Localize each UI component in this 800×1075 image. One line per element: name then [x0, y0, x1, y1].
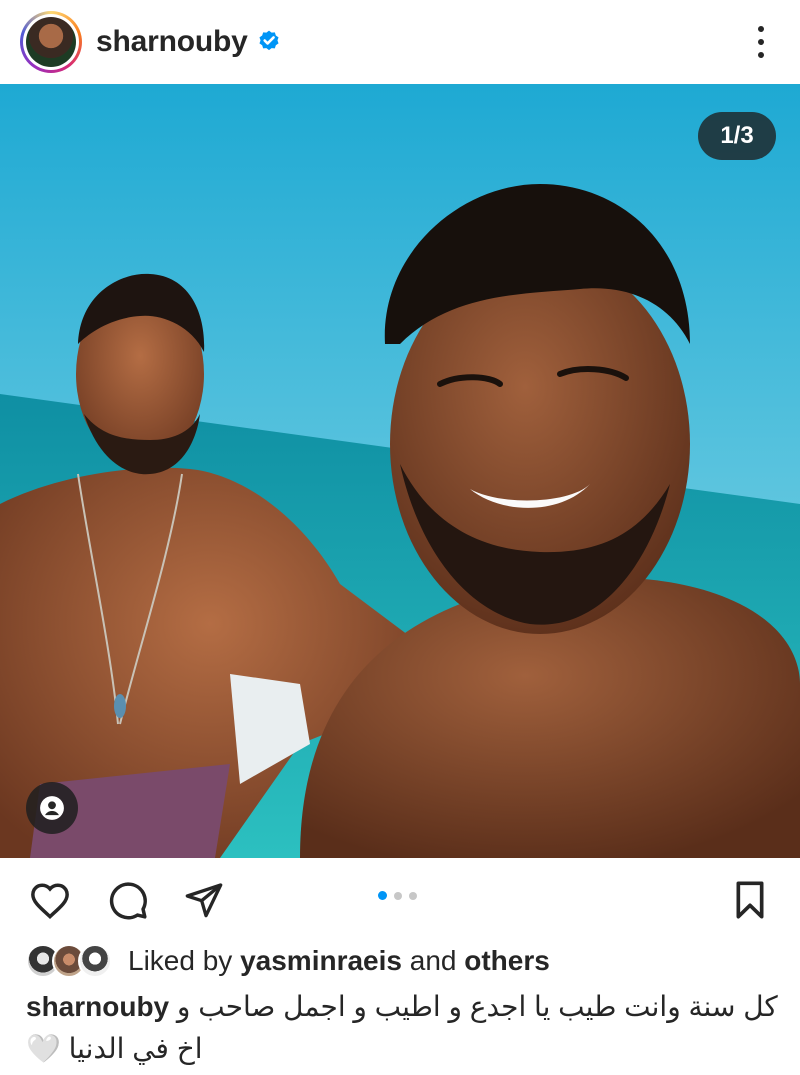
post-username[interactable]: sharnouby [96, 25, 248, 59]
user-tag-icon[interactable] [26, 782, 78, 834]
likes-text: Liked by yasminraeis and others [128, 945, 550, 976]
likes-row[interactable]: Liked by yasminraeis and others [26, 940, 550, 982]
likes-others-link[interactable]: others [464, 945, 550, 976]
liker-avatar [78, 944, 112, 978]
photo-scene [0, 84, 800, 858]
carousel-dot-1 [378, 891, 387, 900]
heart-icon[interactable] [28, 878, 72, 922]
bookmark-icon[interactable] [728, 878, 772, 922]
profile-avatar[interactable] [26, 17, 76, 67]
post-header: sharnouby [0, 0, 800, 84]
comment-icon[interactable] [106, 878, 150, 922]
caption-username[interactable]: sharnouby [26, 991, 169, 1022]
post-caption: sharnouby كل سنة وانت طيب يا اجدع و اطيب… [26, 986, 780, 1070]
post-image[interactable]: 1/3 [0, 84, 800, 858]
verified-badge-icon [259, 30, 279, 51]
liker-username[interactable]: yasminraeis [240, 945, 402, 976]
image-counter: 1/3 [698, 112, 776, 160]
story-ring[interactable] [20, 11, 82, 73]
carousel-indicator [378, 891, 417, 900]
send-icon[interactable] [182, 878, 226, 922]
carousel-dot-2 [394, 891, 402, 900]
carousel-dot-3 [409, 891, 417, 900]
more-vertical-icon[interactable] [746, 24, 776, 60]
